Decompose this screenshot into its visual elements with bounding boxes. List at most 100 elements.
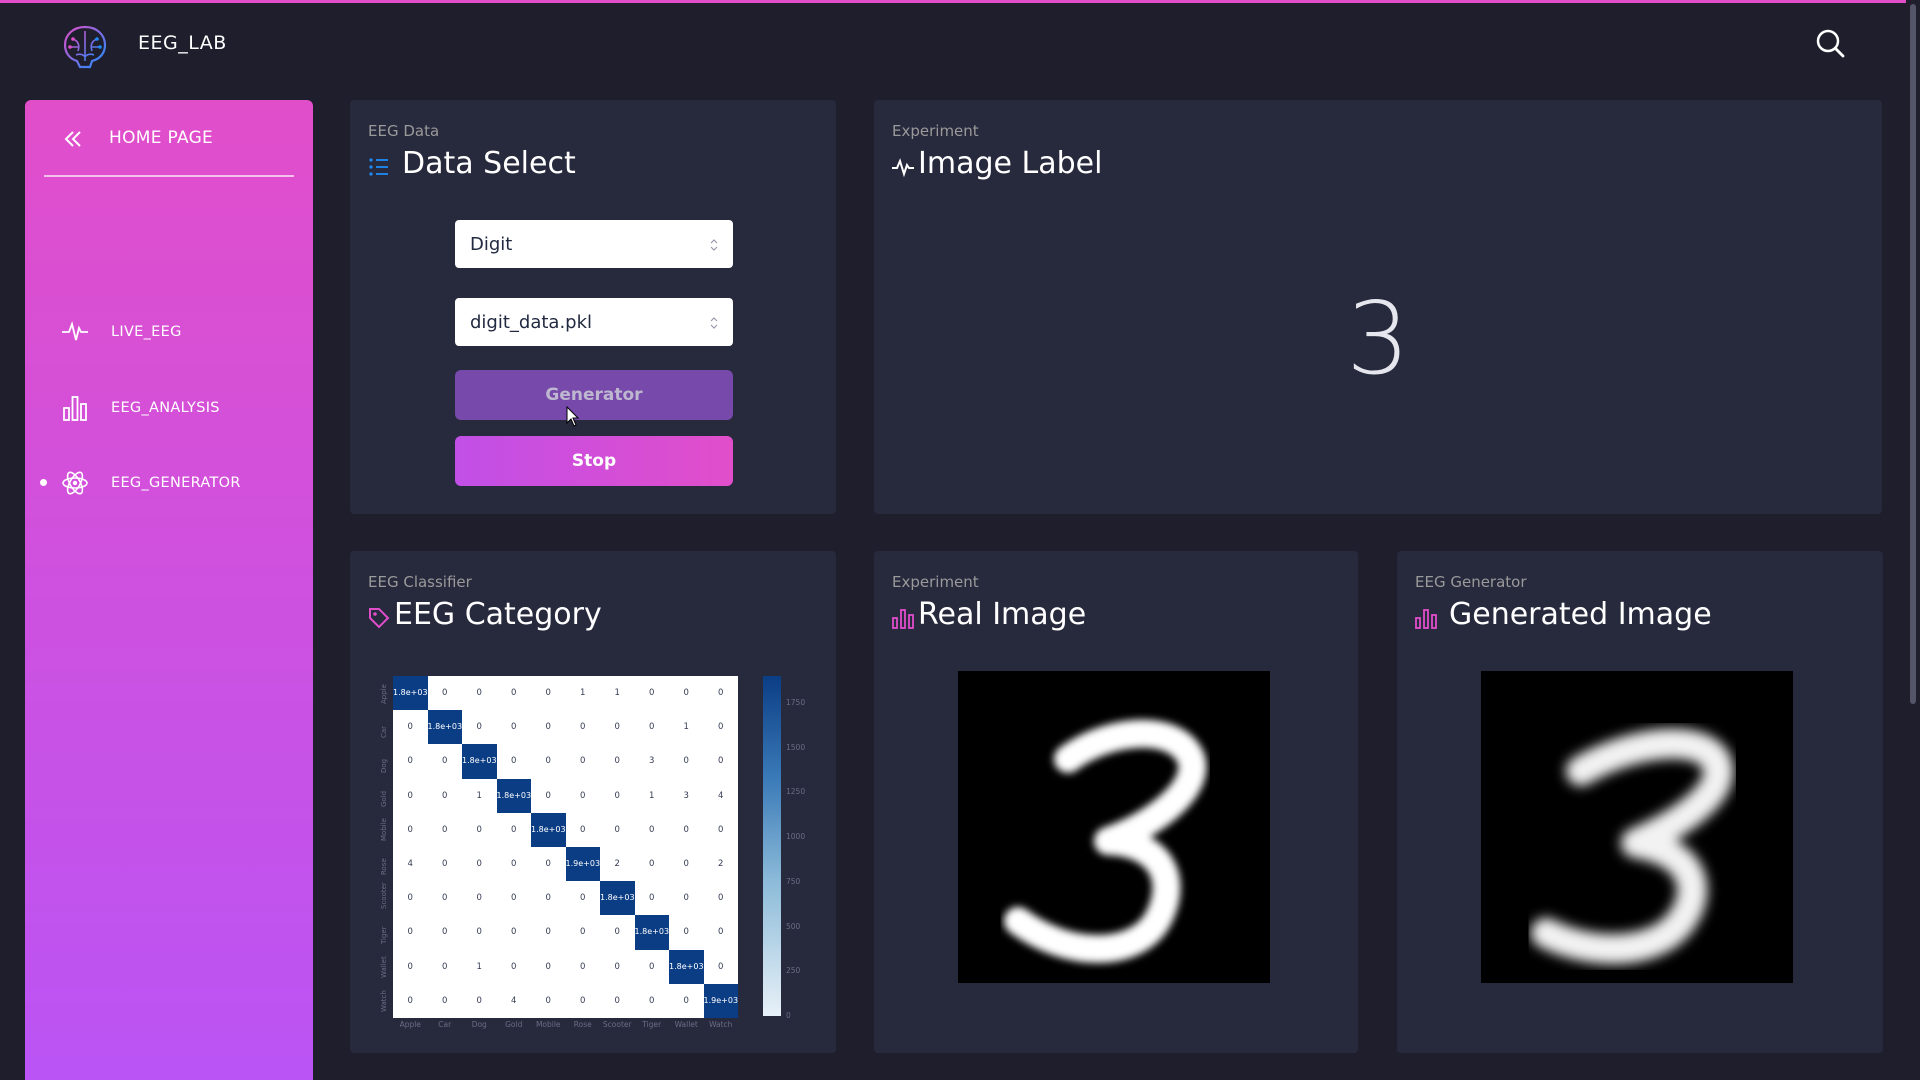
heatmap-cell: 0 xyxy=(580,961,586,972)
heatmap-cell: 1.8e+03 xyxy=(393,676,428,711)
heatmap-cell: 4 xyxy=(511,995,517,1006)
data-file-select[interactable]: digit_data.pkl xyxy=(455,298,733,346)
heatmap-y-label: Watch xyxy=(380,990,388,1012)
heatmap-cell: 0 xyxy=(683,824,689,835)
heatmap-cell: 0 xyxy=(442,824,448,835)
heatmap-cell: 1.8e+03 xyxy=(531,812,566,847)
heatmap-cell: 3 xyxy=(683,790,689,801)
heatmap-x-label: Scooter xyxy=(602,1020,632,1029)
heatmap-cell: 0 xyxy=(442,961,448,972)
heatmap-x-label: Watch xyxy=(709,1020,733,1029)
data-type-select[interactable]: Digit xyxy=(455,220,733,268)
pulse-icon xyxy=(62,320,88,341)
stop-button[interactable]: Stop xyxy=(455,436,733,486)
card-category: Experiment xyxy=(892,122,979,140)
page-scrollbar[interactable] xyxy=(1906,0,1920,1080)
heatmap-cell: 0 xyxy=(718,961,724,972)
sidebar-home-link[interactable]: HOME PAGE xyxy=(25,100,313,180)
heatmap-x-label: Gold xyxy=(505,1020,523,1029)
heatmap-cell: 0 xyxy=(614,824,620,835)
heatmap-cell: 3 xyxy=(649,756,655,767)
heatmap-x-label: Rose xyxy=(573,1020,592,1029)
heatmap-cell: 0 xyxy=(511,927,517,938)
heatmap-cell: 0 xyxy=(649,961,655,972)
handwritten-digit-3-image xyxy=(1004,719,1207,963)
heatmap-cell: 0 xyxy=(511,722,517,733)
heatmap-cell: 0 xyxy=(545,688,551,698)
heatmap-x-label: Tiger xyxy=(642,1020,662,1029)
colorbar-tick-label: 0 xyxy=(786,1011,791,1020)
image-label-value: 3 xyxy=(1346,280,1410,397)
heatmap-cell: 0 xyxy=(476,688,482,698)
generated-digit-image xyxy=(1481,671,1793,983)
heatmap-y-label: Car xyxy=(380,726,388,739)
heatmap-cell: 0 xyxy=(442,893,448,904)
heatmap-cell: 0 xyxy=(511,961,517,972)
sidebar-item-eeg-generator[interactable]: EEG_GENERATOR xyxy=(25,459,313,505)
heatmap-y-label: Tiger xyxy=(380,925,388,944)
heatmap-cell: 0 xyxy=(614,995,620,1006)
heatmap-cell: 1 xyxy=(476,790,482,801)
heatmap-cell: 0 xyxy=(649,995,655,1006)
heatmap-cell: 0 xyxy=(442,859,448,869)
select-arrows-icon xyxy=(710,239,718,251)
heatmap-cell: 0 xyxy=(545,961,551,972)
image-label-card: Experiment Image Label 3 xyxy=(874,100,1882,514)
heatmap-cell: 2 xyxy=(718,859,724,869)
heatmap-x-label: Mobile xyxy=(535,1020,561,1029)
generated-image-card: EEG Generator Generated Image xyxy=(1397,551,1883,1053)
heatmap-cell: 0 xyxy=(649,859,655,869)
heatmap-cell: 1.9e+03 xyxy=(703,983,738,1018)
colorbar-tick-label: 1500 xyxy=(786,742,806,752)
heatmap-cell: 1 xyxy=(614,688,620,698)
heatmap-cell: 0 xyxy=(580,995,586,1006)
sidebar-item-live-eeg[interactable]: LIVE_EEG xyxy=(25,308,313,354)
real-digit-image xyxy=(958,671,1270,983)
heatmap-cell: 0 xyxy=(476,824,482,835)
bar-chart-icon xyxy=(892,609,914,629)
heatmap-x-label: Car xyxy=(438,1020,452,1029)
heatmap-cell: 0 xyxy=(442,756,448,767)
heatmap-cell: 0 xyxy=(580,756,586,767)
bar-chart-icon xyxy=(1415,609,1437,629)
active-indicator-dot xyxy=(40,479,47,486)
heatmap-y-label: Dog xyxy=(380,758,388,773)
heatmap-cell: 0 xyxy=(718,688,724,698)
heatmap-cell: 0 xyxy=(614,927,620,938)
card-category: EEG Data xyxy=(368,122,440,140)
heatmap-cell: 1 xyxy=(649,790,655,801)
heatmap-cell: 0 xyxy=(407,995,413,1006)
heatmap-cell: 0 xyxy=(476,722,482,733)
sidebar-item-eeg-analysis[interactable]: EEG_ANALYSIS xyxy=(25,384,313,430)
card-title: Image Label xyxy=(918,146,1103,181)
real-image-card: Experiment Real Image xyxy=(874,551,1358,1053)
heatmap-cell: 0 xyxy=(545,722,551,733)
sidebar-divider xyxy=(44,175,294,177)
sidebar-home-label: HOME PAGE xyxy=(109,128,214,148)
heatmap-cell: 0 xyxy=(545,756,551,767)
heatmap-cell: 1.8e+03 xyxy=(669,949,704,984)
search-icon[interactable] xyxy=(1814,27,1846,59)
heatmap-cell: 0 xyxy=(718,824,724,835)
heatmap-cell: 0 xyxy=(442,688,448,698)
colorbar-tick-label: 1000 xyxy=(786,832,806,842)
heatmap-cell: 0 xyxy=(476,893,482,904)
heatmap-cell: 0 xyxy=(545,893,551,904)
colorbar-tick-label: 1750 xyxy=(786,697,806,707)
select-value: Digit xyxy=(470,234,513,255)
heatmap-cell: 0 xyxy=(683,688,689,698)
heatmap-y-label: Wallet xyxy=(380,956,388,978)
list-icon xyxy=(369,158,388,176)
card-title: Generated Image xyxy=(1449,597,1712,632)
heatmap-cell: 0 xyxy=(407,722,413,733)
scrollbar-thumb[interactable] xyxy=(1910,4,1916,704)
heatmap-cell: 0 xyxy=(511,824,517,835)
sidebar-item-label: EEG_ANALYSIS xyxy=(111,400,220,416)
heatmap-cell: 0 xyxy=(683,756,689,767)
top-navbar: EEG_LAB xyxy=(0,3,1920,83)
heatmap-y-label: Gold xyxy=(380,790,388,807)
generator-button[interactable]: Generator xyxy=(455,370,733,420)
heatmap-cell: 0 xyxy=(580,824,586,835)
colorbar-tick-label: 500 xyxy=(786,921,801,931)
double-chevron-left-icon[interactable] xyxy=(61,127,85,151)
